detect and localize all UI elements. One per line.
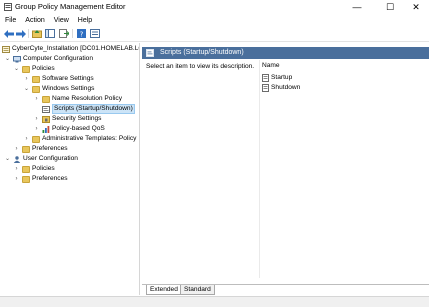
menu-help[interactable]: Help [73, 15, 96, 26]
tree-label: CyberCyte_Installation [DC01.HOMELAB.LO [12, 45, 140, 52]
tree-item-policies[interactable]: ⌄ Policies [13, 64, 55, 74]
details-header: Scripts (Startup/Shutdown) [142, 47, 429, 59]
toolbar: ? [0, 27, 429, 40]
list-item[interactable]: Shutdown [262, 83, 300, 92]
tree-label: Policies [32, 165, 55, 172]
chevron-right-icon[interactable]: › [13, 144, 20, 154]
svg-text:?: ? [80, 30, 84, 38]
tree-label: Security Settings [52, 115, 102, 122]
tree-item-software-settings[interactable]: › Software Settings [23, 74, 94, 84]
item-description: Select an item to view its description. [146, 63, 255, 70]
minimize-button[interactable]: — [344, 0, 370, 14]
tree-item-computer-configuration[interactable]: ⌄ Computer Configuration [4, 54, 93, 64]
tree-item-security-settings[interactable]: › Security Settings [33, 114, 101, 124]
tree-label: Preferences [32, 145, 68, 152]
chevron-right-icon[interactable]: › [13, 164, 20, 174]
back-arrow-icon[interactable] [3, 28, 14, 39]
console-tree[interactable]: CyberCyte_Installation [DC01.HOMELAB.LO … [0, 43, 140, 295]
chevron-down-icon[interactable]: ⌄ [4, 154, 11, 164]
tree-label: Software Settings [42, 75, 94, 82]
pane-divider[interactable] [259, 60, 260, 278]
tree-label: Windows Settings [42, 85, 95, 92]
view-tabs: Extended Standard [142, 284, 429, 295]
chevron-right-icon[interactable]: › [23, 134, 30, 144]
shutdown-script-icon [262, 83, 269, 92]
tree-item-administrative-templates[interactable]: › Administrative Templates: Policy [23, 134, 136, 144]
security-settings-icon [42, 115, 50, 123]
folder-icon [22, 65, 30, 73]
folder-icon [22, 165, 30, 173]
tree-label: Policies [32, 65, 55, 72]
tree-label: Policy-based QoS [52, 125, 105, 132]
chevron-down-icon[interactable]: ⌄ [23, 84, 30, 94]
scripts-icon [42, 105, 50, 113]
tab-extended[interactable]: Extended [146, 285, 182, 295]
properties-icon[interactable] [89, 28, 100, 39]
details-title: Scripts (Startup/Shutdown) [160, 49, 244, 56]
status-bar [0, 296, 429, 307]
chevron-down-icon[interactable]: ⌄ [4, 54, 11, 64]
title-bar: Group Policy Management Editor — ☐ ✕ [0, 0, 429, 14]
folder-icon [42, 95, 50, 103]
chevron-right-icon[interactable]: › [33, 124, 40, 134]
tree-item-preferences[interactable]: › Preferences [13, 144, 68, 154]
gpo-scroll-icon [2, 45, 10, 53]
up-folder-icon[interactable] [31, 28, 42, 39]
startup-script-icon [262, 73, 269, 82]
help-icon[interactable]: ? [76, 28, 87, 39]
tree-item-name-resolution-policy[interactable]: › Name Resolution Policy [33, 94, 122, 104]
list-item-label: Shutdown [271, 84, 301, 91]
toolbar-separator [28, 29, 29, 38]
tree-label: Name Resolution Policy [52, 95, 122, 102]
maximize-button[interactable]: ☐ [377, 0, 403, 14]
tree-item-windows-settings[interactable]: ⌄ Windows Settings [23, 84, 94, 94]
tree-label: Scripts (Startup/Shutdown) [52, 104, 135, 114]
tree-item-policy-based-qos[interactable]: › Policy-based QoS [33, 124, 105, 134]
user-icon [13, 155, 21, 163]
folder-icon [22, 175, 30, 183]
tree-item-gpo-root[interactable]: CyberCyte_Installation [DC01.HOMELAB.LO [2, 44, 140, 54]
computer-icon [13, 55, 21, 62]
list-item-label: Startup [271, 74, 293, 81]
list-item[interactable]: Startup [262, 73, 292, 82]
tree-label: Preferences [32, 175, 68, 182]
folder-icon [32, 85, 40, 93]
forward-arrow-icon[interactable] [15, 28, 26, 39]
folder-icon [32, 75, 40, 83]
column-header-name[interactable]: Name [262, 62, 280, 69]
menu-file[interactable]: File [0, 15, 20, 26]
tree-item-user-policies[interactable]: › Policies [13, 164, 55, 174]
chevron-right-icon[interactable]: › [33, 114, 40, 124]
chevron-right-icon[interactable]: › [33, 94, 40, 104]
folder-icon [32, 135, 40, 143]
menu-view[interactable]: View [49, 15, 73, 26]
qos-chart-icon [42, 125, 50, 133]
show-hide-tree-icon[interactable] [44, 28, 55, 39]
menu-action[interactable]: Action [20, 15, 48, 26]
menu-bar: File Action View Help [0, 15, 429, 26]
close-button[interactable]: ✕ [403, 0, 429, 14]
chevron-right-icon[interactable]: › [13, 174, 20, 184]
scripts-icon [146, 49, 154, 57]
tree-item-scripts-startup-shutdown[interactable]: Scripts (Startup/Shutdown) [33, 104, 135, 114]
chevron-right-icon[interactable]: › [23, 74, 30, 84]
chevron-down-icon[interactable]: ⌄ [13, 64, 20, 74]
folder-icon [22, 145, 30, 153]
tree-label: Administrative Templates: Policy [42, 135, 137, 142]
tree-label: User Configuration [23, 155, 78, 162]
tree-label: Computer Configuration [23, 55, 94, 62]
tree-item-user-configuration[interactable]: ⌄ User Configuration [4, 154, 78, 164]
export-list-icon[interactable] [58, 28, 69, 39]
group-policy-app-icon [4, 3, 12, 11]
tab-standard[interactable]: Standard [180, 285, 215, 295]
window-title: Group Policy Management Editor [15, 2, 126, 11]
tree-item-user-preferences[interactable]: › Preferences [13, 174, 68, 184]
toolbar-divider [0, 41, 429, 42]
details-pane: Scripts (Startup/Shutdown) Select an ite… [142, 43, 429, 295]
toolbar-separator [72, 29, 73, 38]
